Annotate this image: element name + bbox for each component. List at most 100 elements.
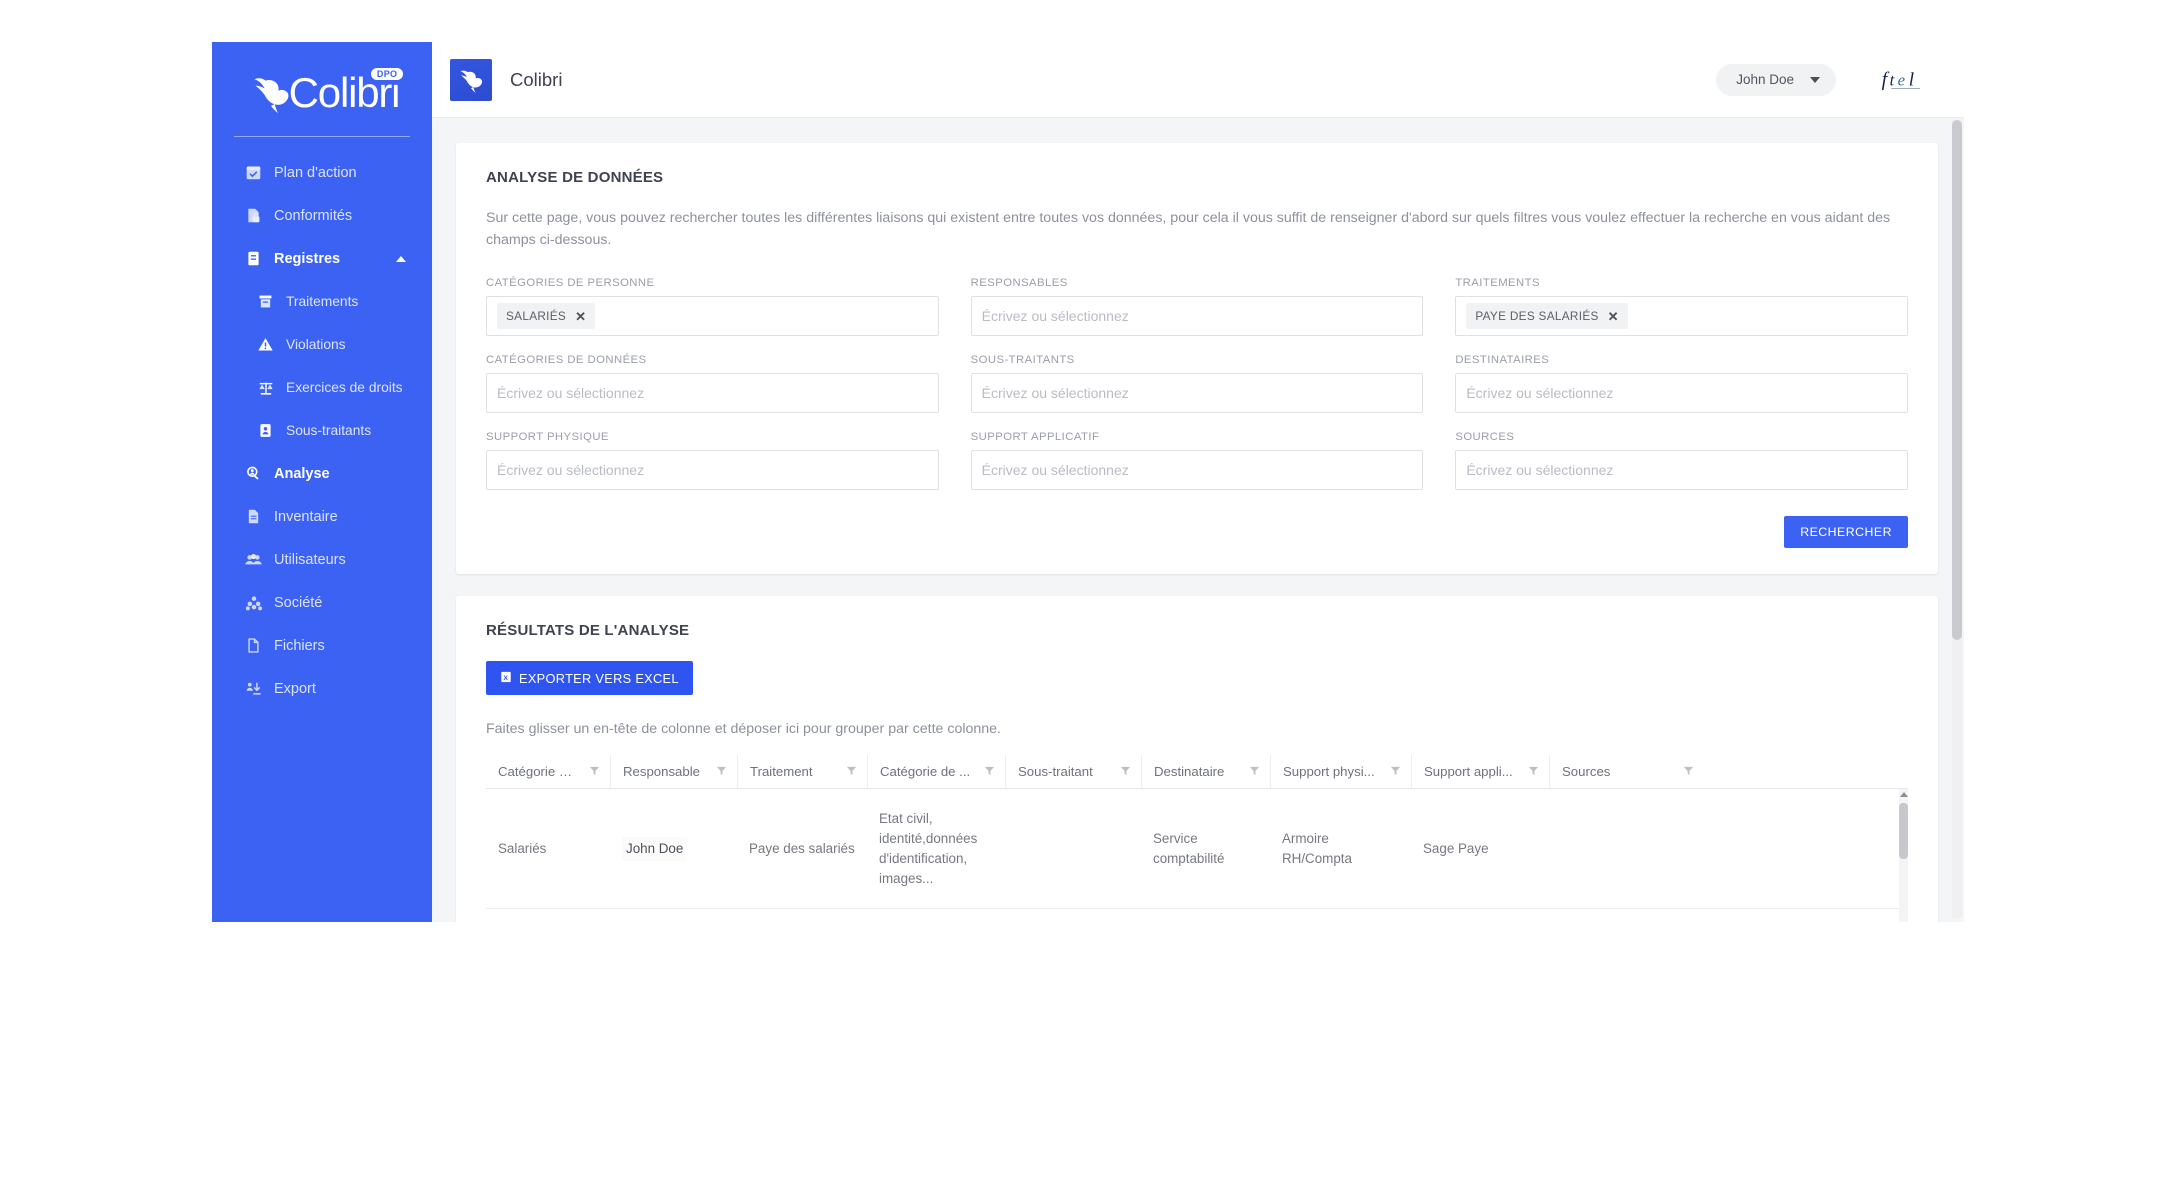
grid-vertical-scrollbar[interactable] [1899, 789, 1908, 922]
column-header-support-physique[interactable]: Support physi... [1270, 755, 1411, 789]
results-title: RÉSULTATS DE L'ANALYSE [486, 622, 690, 640]
responsables-input[interactable]: Écrivez ou sélectionnez [970, 296, 1424, 337]
partner-logo: f t e l [1880, 65, 1936, 95]
support-physique-input[interactable]: Écrivez ou sélectionnez [486, 450, 939, 491]
column-label: Destinataire [1154, 764, 1225, 780]
chip-label: SALARIÉS [506, 309, 567, 324]
column-label: Support appli... [1424, 764, 1513, 780]
search-button-row: RECHERCHER [486, 516, 1908, 549]
chip-remove-icon[interactable]: ✕ [575, 310, 586, 323]
column-header-destinataire[interactable]: Destinataire [1141, 755, 1270, 789]
grid-header-row: Catégorie de ... Responsable Traitement [486, 755, 1908, 790]
column-header-sous-traitant[interactable]: Sous-traitant [1005, 755, 1141, 789]
user-name-label: John Doe [1736, 72, 1794, 87]
destinataires-input[interactable]: Écrivez ou sélectionnez [1455, 373, 1908, 414]
scroll-up-arrow-icon[interactable] [1899, 792, 1908, 798]
field-label: SUPPORT APPLICATIF [970, 431, 1100, 444]
filter-icon[interactable] [589, 764, 600, 779]
cell-traitement: Paye des salariés [737, 909, 867, 922]
field-label: CATÉGORIES DE PERSONNE [486, 277, 655, 290]
column-label: Catégorie de ... [880, 764, 971, 780]
filter-icon[interactable] [1390, 764, 1401, 779]
traitements-input[interactable]: PAYE DES SALARIÉS ✕ [1455, 296, 1908, 337]
sidebar-item-label: Sous-traitants [286, 423, 372, 438]
results-grid: Catégorie de ... Responsable Traitement [486, 755, 1908, 922]
sidebar-item-societe[interactable]: Société [212, 581, 432, 624]
sidebar-item-inventaire[interactable]: Inventaire [212, 495, 432, 538]
cell-traitement: Paye des salariés [749, 840, 855, 856]
group-by-dropzone[interactable]: Faites glisser un en-tête de colonne et … [486, 721, 1908, 737]
table-row[interactable]: Salariés John Doe Paye des salariés Etat… [486, 789, 1908, 910]
sidebar-item-analyse[interactable]: Analyse [212, 452, 432, 495]
field-label: SUPPORT PHYSIQUE [486, 431, 609, 444]
selected-chip: PAYE DES SALARIÉS ✕ [1466, 303, 1628, 330]
cell-destinataire: Service [1141, 909, 1270, 922]
archive-icon [256, 292, 275, 311]
column-header-categorie-de-personne[interactable]: Catégorie de ... [486, 755, 610, 788]
sources-input[interactable]: Écrivez ou sélectionnez [1455, 450, 1908, 491]
sidebar-item-exercices-de-droits[interactable]: Exercices de droits [212, 366, 432, 409]
field-support-applicatif: SUPPORT APPLICATIF Écrivez ou sélectionn… [970, 431, 1424, 491]
filter-icon[interactable] [1528, 764, 1539, 779]
column-header-responsable[interactable]: Responsable [610, 755, 737, 789]
sidebar-item-traitements[interactable]: Traitements [212, 280, 432, 323]
svg-text:f: f [1882, 68, 1890, 90]
categories-de-personne-input[interactable]: SALARIÉS ✕ [486, 296, 939, 337]
book-icon [244, 249, 263, 268]
placeholder-text: Écrivez ou sélectionnez [497, 385, 645, 402]
user-menu[interactable]: John Doe [1716, 63, 1836, 96]
cell-support-physique: Armoire [1270, 909, 1411, 922]
field-categories-de-donnees: CATÉGORIES DE DONNÉES Écrivez ou sélecti… [486, 354, 939, 414]
placeholder-text: Écrivez ou sélectionnez [1466, 462, 1614, 479]
cell-categorie-personne: Salariés [498, 840, 547, 856]
field-responsables: RESPONSABLES Écrivez ou sélectionnez [970, 277, 1424, 337]
sidebar-item-utilisateurs[interactable]: Utilisateurs [212, 538, 432, 581]
sidebar-item-violations[interactable]: Violations [212, 323, 432, 366]
cell-destinataire: Service comptabilité [1153, 830, 1225, 866]
sidebar-item-sous-traitants[interactable]: Sous-traitants [212, 409, 432, 452]
sidebar-item-conformites[interactable]: Conformités [212, 194, 432, 237]
scrollbar-thumb[interactable] [1952, 120, 1962, 640]
column-header-traitement[interactable]: Traitement [737, 755, 867, 789]
sidebar-item-registres[interactable]: Registres [212, 237, 432, 280]
brand-logo: Colibri DPO [212, 64, 432, 116]
cell-sources [1549, 789, 1704, 908]
sous-traitants-input[interactable]: Écrivez ou sélectionnez [970, 373, 1424, 414]
filter-icon[interactable] [1249, 764, 1260, 779]
cell-sources [1549, 909, 1704, 922]
column-header-categorie-de-donnees[interactable]: Catégorie de ... [867, 755, 1005, 789]
filter-icon[interactable] [1120, 764, 1131, 779]
filter-icon[interactable] [846, 764, 857, 779]
sidebar-item-fichiers[interactable]: Fichiers [212, 624, 432, 667]
categories-de-donnees-input[interactable]: Écrivez ou sélectionnez [486, 373, 939, 414]
filter-icon[interactable] [1683, 764, 1694, 779]
column-label: Support physi... [1283, 764, 1375, 780]
page-vertical-scrollbar[interactable] [1952, 120, 1962, 918]
placeholder-text: Écrivez ou sélectionnez [1466, 385, 1614, 402]
svg-text:e: e [1898, 70, 1906, 89]
chip-remove-icon[interactable]: ✕ [1608, 310, 1619, 323]
field-label: RESPONSABLES [970, 277, 1068, 290]
filter-icon[interactable] [716, 764, 727, 779]
placeholder-text: Écrivez ou sélectionnez [981, 385, 1129, 402]
export-to-excel-button[interactable]: X EXPORTER VERS EXCEL [486, 661, 693, 696]
search-button[interactable]: RECHERCHER [1784, 516, 1908, 549]
selected-chip: SALARIÉS ✕ [497, 303, 596, 330]
filter-icon[interactable] [984, 764, 995, 779]
table-row[interactable]: Salariés Paye des salariés Etat civil, i… [486, 909, 1908, 922]
chevron-up-icon[interactable] [396, 255, 406, 262]
sidebar-item-plan-daction[interactable]: Plan d'action [212, 151, 432, 194]
sidebar-item-label: Exercices de droits [286, 380, 403, 395]
export-button-label: EXPORTER VERS EXCEL [519, 670, 679, 686]
column-header-sources[interactable]: Sources [1549, 755, 1704, 789]
grid-body: Salariés John Doe Paye des salariés Etat… [486, 789, 1908, 922]
column-header-support-applicatif[interactable]: Support appli... [1411, 755, 1549, 789]
support-applicatif-input[interactable]: Écrivez ou sélectionnez [970, 450, 1424, 491]
scales-icon [256, 378, 275, 397]
scrollbar-thumb[interactable] [1899, 803, 1908, 860]
sidebar-item-label: Violations [286, 337, 346, 352]
cell-support-physique: Armoire RH/Compta [1282, 830, 1352, 866]
sidebar-item-export[interactable]: Export [212, 667, 432, 710]
file-icon [244, 636, 263, 655]
results-card: RÉSULTATS DE L'ANALYSE X EXPORTER VERS E… [456, 596, 1938, 922]
